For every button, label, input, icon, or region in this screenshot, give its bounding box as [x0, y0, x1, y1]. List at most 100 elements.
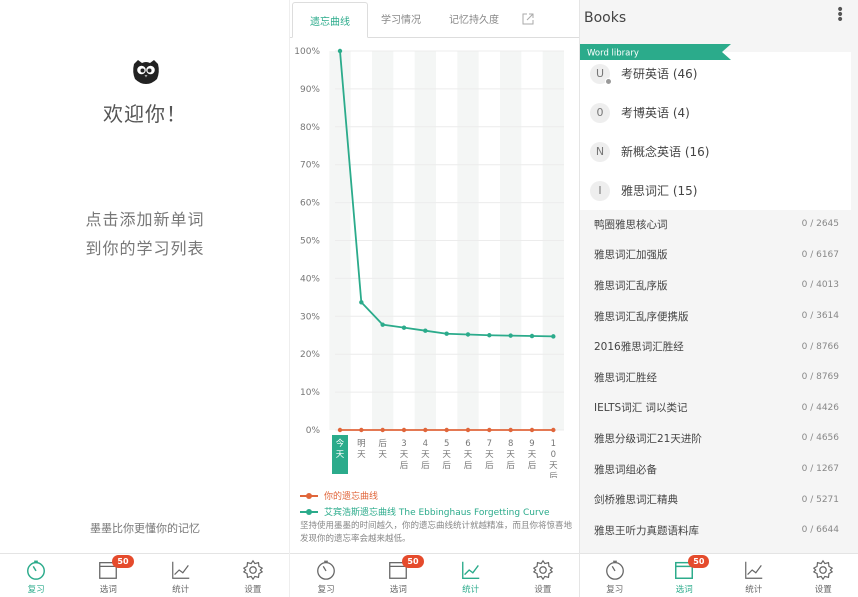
library-initial: 0 — [596, 106, 604, 119]
gear-icon — [242, 559, 264, 581]
book-item[interactable]: IELTS词汇 词以类记 0 / 4426 — [580, 393, 851, 424]
x-tick-label: 后 — [400, 460, 409, 471]
nav-settings-label: 设置 — [534, 585, 552, 595]
book-item[interactable]: 雅思词组必备 0 / 1267 — [580, 454, 851, 485]
book-item[interactable]: 雅思词汇胜经 0 / 8769 — [580, 362, 851, 393]
library-initial: U — [595, 67, 605, 80]
book-count: 0 / 6167 — [801, 249, 839, 260]
y-tick-label: 90% — [300, 85, 320, 95]
timer-icon — [27, 560, 46, 580]
x-tick-label: 天 — [336, 450, 345, 460]
y-tick-label: 80% — [300, 123, 320, 133]
y-tick-label: 20% — [300, 350, 320, 360]
library-item-new-concept[interactable]: N 新概念英语 (16) — [580, 132, 851, 171]
nav-stats[interactable]: 统计 — [145, 554, 217, 597]
add-word-hint-line1[interactable]: 点击添加新单词 — [0, 206, 289, 230]
x-tick-label: 天 — [464, 450, 473, 460]
stats-tabs: 遗忘曲线 学习情况 记忆持久度 — [290, 0, 579, 38]
nav-settings[interactable]: 设置 — [507, 554, 579, 597]
book-list: 鸭圈雅思核心词 0 / 2645 雅思词汇加强版 0 / 6167 雅思词汇乱序版 0… — [580, 209, 851, 546]
legend-ebbinghaus-swatch — [300, 508, 318, 515]
books-panel: Books • • • U 考研英语 (46) 0 考博英语 (4) N 新概念英语… — [579, 0, 858, 597]
ebbinghaus-curve-point — [508, 333, 513, 338]
x-tick-label: 0 — [551, 450, 556, 460]
book-name: 雅思王听力真题语料库 — [594, 524, 699, 537]
book-item[interactable]: 2016雅思词汇胜经 0 / 8766 — [580, 331, 851, 362]
book-name: 雅思分级词汇21天进阶 — [594, 432, 702, 445]
ebbinghaus-curve-point — [529, 333, 535, 339]
x-tick-label: 7 — [487, 439, 492, 449]
book-item[interactable]: 雅思王听力真题语料库 0 / 6644 — [580, 515, 851, 546]
ebbinghaus-curve-point — [380, 322, 385, 327]
owl-logo-icon — [133, 60, 159, 84]
nav-pick[interactable]: 50 选词 — [650, 554, 720, 597]
x-tick-label: 天 — [506, 450, 515, 460]
library-initial: I — [598, 184, 602, 197]
y-tick-label: 0% — [306, 426, 321, 436]
nav-settings[interactable]: 设置 — [217, 554, 289, 597]
book-item[interactable]: 雅思词汇加强版 0 / 6167 — [580, 240, 851, 271]
x-tick-label: 后 — [485, 460, 494, 471]
my-curve-point — [465, 427, 471, 433]
bottom-nav: 复习 50 选词 统计 设置 — [0, 553, 289, 597]
book-name: 雅思词汇加强版 — [594, 249, 668, 262]
nav-review[interactable]: 复习 — [290, 554, 362, 597]
ebbinghaus-curve-point — [423, 328, 428, 333]
gear-icon — [813, 559, 834, 581]
welcome-panel: 欢迎你！ 点击添加新单词 到你的学习列表 墨墨比你更懂你的记忆 复习 50 选词… — [0, 0, 290, 597]
my-curve-point — [529, 427, 535, 433]
nav-stats[interactable]: 统计 — [435, 554, 507, 597]
book-item[interactable]: 雅思词汇乱序版 0 / 4013 — [580, 270, 851, 301]
x-tick-label: 后 — [378, 438, 387, 449]
y-tick-label: 30% — [300, 312, 320, 322]
book-item[interactable]: 雅思词汇乱序便携版 0 / 3614 — [580, 301, 851, 332]
nav-stats[interactable]: 统计 — [719, 554, 789, 597]
nav-pick[interactable]: 50 选词 — [72, 554, 144, 597]
tab-forgetting-curve[interactable]: 遗忘曲线 — [292, 2, 368, 38]
y-tick-label: 10% — [300, 388, 320, 398]
forgetting-curve-chart: 100%90%80%70%60%50%40%30%20%10%0%今天明天后天3… — [294, 47, 564, 478]
book-count: 0 / 4656 — [801, 433, 839, 444]
timer-icon — [317, 560, 336, 580]
x-tick-label: 天 — [549, 461, 558, 471]
ebbinghaus-curve-point — [401, 325, 407, 330]
nav-pick[interactable]: 50 选词 — [362, 554, 434, 597]
more-options-icon[interactable]: • • • — [836, 3, 844, 27]
welcome-title: 欢迎你！ — [103, 102, 187, 126]
library-item-ielts[interactable]: I 雅思词汇 (15) — [580, 171, 851, 210]
book-count: 0 / 5271 — [801, 494, 839, 505]
x-tick-label: 天 — [485, 450, 494, 460]
share-button[interactable] — [514, 0, 542, 37]
nav-settings[interactable]: 设置 — [789, 554, 858, 597]
nav-review[interactable]: 复习 — [0, 554, 72, 597]
nav-pick-label: 选词 — [389, 585, 407, 595]
nav-review[interactable]: 复习 — [580, 554, 650, 597]
ebbinghaus-curve-point — [337, 48, 343, 54]
nav-stats-label: 统计 — [462, 585, 480, 595]
tab-memory-persistence[interactable]: 记忆持久度 — [434, 0, 514, 37]
x-tick-label: 天 — [421, 450, 430, 460]
x-tick-label: 8 — [508, 439, 513, 449]
x-tick-label: 明 — [357, 439, 366, 449]
library-item-kaobo[interactable]: 0 考博英语 (4) — [580, 93, 851, 132]
book-count: 0 / 6644 — [801, 525, 839, 536]
ebbinghaus-curve-point — [444, 331, 449, 336]
book-item[interactable]: 鸭圈雅思核心词 0 / 2645 — [580, 209, 851, 240]
x-tick-label: 5 — [444, 439, 449, 449]
book-count: 0 / 8769 — [801, 372, 839, 383]
nav-review-label: 复习 — [606, 585, 624, 595]
library-label: 新概念英语 (16) — [621, 145, 710, 159]
line-chart-icon — [171, 561, 189, 579]
legend-mine-label: 你的遗忘曲线 — [324, 492, 379, 502]
nav-pick-label: 选词 — [675, 585, 693, 595]
legend-ebbinghaus-label: 艾宾浩斯遗忘曲线 The Ebbinghaus Forgetting Curve — [324, 508, 550, 518]
x-tick-label: 后 — [528, 460, 537, 471]
library-initial: N — [595, 145, 605, 158]
book-item[interactable]: 剑桥雅思词汇精典 0 / 5271 — [580, 484, 851, 515]
my-curve-point — [401, 427, 407, 433]
tab-study-status[interactable]: 学习情况 — [368, 0, 434, 37]
book-item[interactable]: 雅思分级词汇21天进阶 0 / 4656 — [580, 423, 851, 454]
y-tick-label: 40% — [300, 274, 320, 284]
nav-settings-label: 设置 — [814, 585, 832, 595]
add-word-hint-line2[interactable]: 到你的学习列表 — [0, 235, 289, 259]
